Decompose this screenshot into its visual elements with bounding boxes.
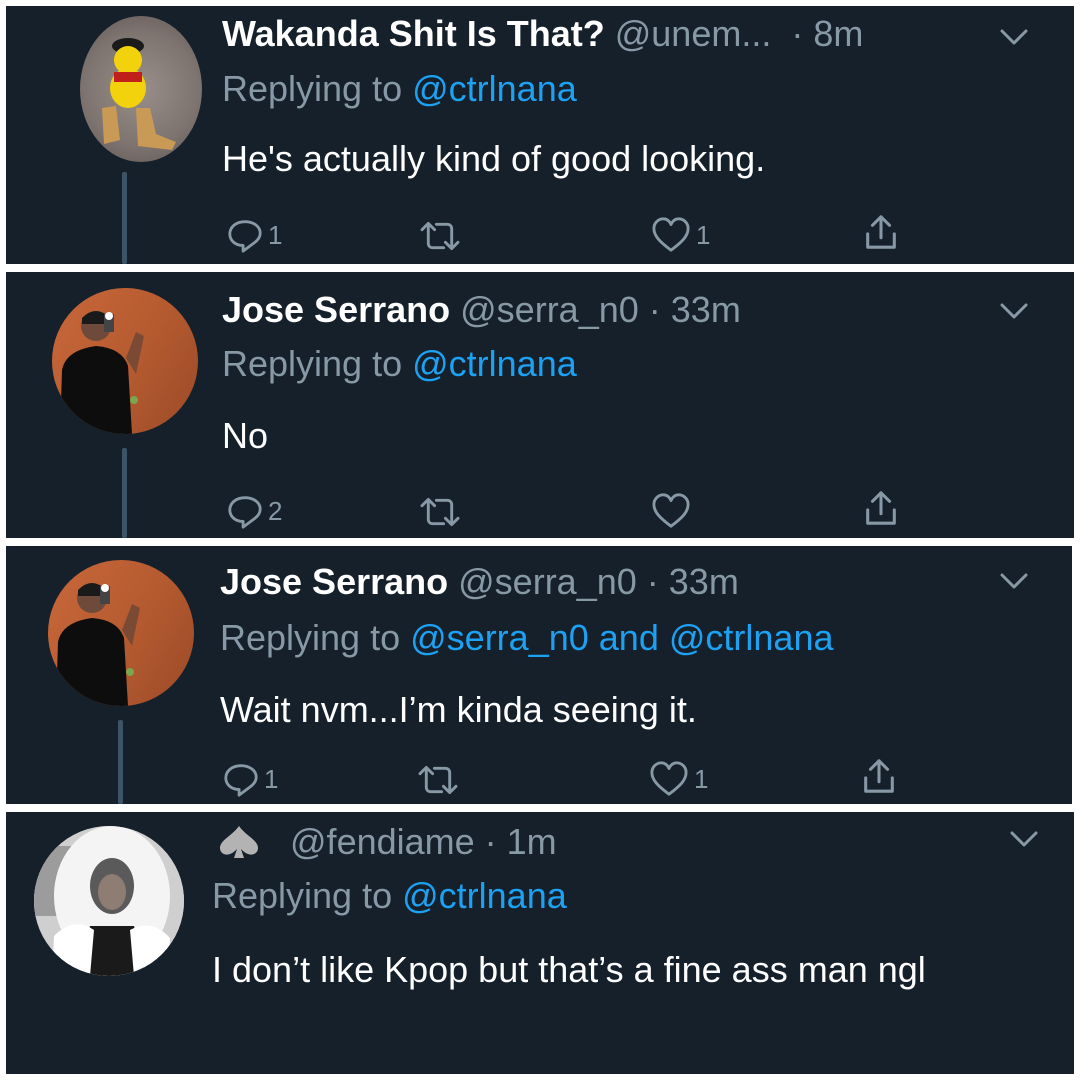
chevron-down-icon[interactable] bbox=[1000, 572, 1028, 590]
like-count: 1 bbox=[694, 763, 709, 794]
tweet-header: Wakanda Shit Is That? @unem... · 8m bbox=[222, 14, 863, 54]
reply-button[interactable]: 2 bbox=[226, 492, 282, 530]
tweet-header: Jose Serrano @serra_n0 · 33m bbox=[220, 562, 739, 602]
like-count: 1 bbox=[696, 219, 711, 250]
retweet-icon bbox=[416, 762, 460, 798]
timestamp[interactable]: · 8m bbox=[791, 13, 863, 54]
tweet-header: Jose Serrano @serra_n0 · 33m bbox=[222, 290, 741, 330]
mention-link[interactable]: @ctrlnana bbox=[412, 68, 577, 109]
like-button[interactable] bbox=[650, 492, 696, 530]
replying-to: Replying to @ctrlnana bbox=[212, 876, 567, 916]
tweet-card[interactable]: Jose Serrano @serra_n0 · 33m Replying to… bbox=[6, 546, 1072, 804]
display-name[interactable]: Wakanda Shit Is That? bbox=[222, 13, 605, 54]
replying-prefix: Replying to bbox=[222, 343, 403, 384]
like-button[interactable]: 1 bbox=[650, 216, 710, 254]
display-name[interactable]: Jose Serrano bbox=[220, 561, 448, 602]
display-name[interactable]: Jose Serrano bbox=[222, 289, 450, 330]
reply-icon bbox=[222, 760, 260, 798]
handle[interactable]: @unem... bbox=[615, 13, 772, 54]
avatar[interactable] bbox=[80, 16, 202, 162]
mention-link[interactable]: @ctrlnana bbox=[412, 343, 577, 384]
timestamp[interactable]: · 33m bbox=[649, 289, 741, 330]
chevron-down-icon[interactable] bbox=[1010, 830, 1038, 848]
share-icon bbox=[862, 488, 900, 528]
replying-to: Replying to @ctrlnana bbox=[222, 344, 577, 384]
tweet-text: No bbox=[222, 415, 269, 456]
chevron-down-icon[interactable] bbox=[1000, 28, 1028, 46]
avatar-image bbox=[102, 38, 176, 150]
handle[interactable]: @serra_n0 bbox=[458, 561, 637, 602]
retweet-icon bbox=[418, 494, 462, 530]
avatar[interactable] bbox=[34, 826, 184, 976]
retweet-icon bbox=[418, 218, 462, 254]
replying-prefix: Replying to bbox=[220, 617, 401, 658]
spade-icon bbox=[220, 826, 258, 858]
replying-prefix: Replying to bbox=[222, 68, 403, 109]
avatar-image bbox=[34, 826, 184, 976]
reply-count: 1 bbox=[264, 763, 279, 794]
tweet-card[interactable]: @fendiame · 1m Replying to @ctrlnana I d… bbox=[6, 812, 1074, 1074]
timestamp[interactable]: · 1m bbox=[485, 821, 557, 862]
replying-to: Replying to @ctrlnana bbox=[222, 69, 577, 109]
reply-icon bbox=[226, 492, 264, 530]
tweet-card[interactable]: Wakanda Shit Is That? @unem... · 8m Repl… bbox=[6, 6, 1074, 264]
tweet-header: @fendiame · 1m bbox=[212, 820, 557, 862]
mention-join: and bbox=[598, 617, 659, 658]
avatar[interactable] bbox=[52, 288, 198, 434]
like-icon bbox=[648, 760, 690, 798]
replying-to: Replying to @serra_n0 and @ctrlnana bbox=[220, 618, 834, 658]
mention-link[interactable]: @ctrlnana bbox=[669, 617, 834, 658]
reply-button[interactable]: 1 bbox=[222, 760, 278, 798]
reply-button[interactable]: 1 bbox=[226, 216, 282, 254]
tweet-card[interactable]: Jose Serrano @serra_n0 · 33m Replying to… bbox=[6, 272, 1074, 538]
tweet-text: I don’t like Kpop but that’s a fine ass … bbox=[212, 949, 926, 990]
share-button[interactable] bbox=[862, 488, 900, 528]
share-button[interactable] bbox=[860, 756, 898, 796]
retweet-button[interactable] bbox=[418, 218, 462, 254]
tweet-text: Wait nvm...I’m kinda seeing it. bbox=[220, 689, 697, 730]
tweet-text: He's actually kind of good looking. bbox=[222, 138, 766, 179]
timestamp[interactable]: · 33m bbox=[647, 561, 739, 602]
chevron-down-icon[interactable] bbox=[1000, 302, 1028, 320]
share-button[interactable] bbox=[862, 212, 900, 252]
share-icon bbox=[862, 212, 900, 252]
replying-prefix: Replying to bbox=[212, 875, 393, 916]
like-button[interactable]: 1 bbox=[648, 760, 708, 798]
reply-icon bbox=[226, 216, 264, 254]
like-icon bbox=[650, 492, 692, 530]
reply-count: 2 bbox=[268, 495, 283, 526]
thread-line bbox=[122, 172, 127, 264]
avatar-image bbox=[56, 583, 140, 706]
retweet-button[interactable] bbox=[416, 762, 460, 798]
avatar-image bbox=[60, 311, 144, 434]
mention-link[interactable]: @serra_n0 bbox=[410, 617, 589, 658]
thread-line bbox=[122, 448, 127, 538]
retweet-button[interactable] bbox=[418, 494, 462, 530]
like-icon bbox=[650, 216, 692, 254]
handle[interactable]: @fendiame bbox=[290, 821, 475, 862]
share-icon bbox=[860, 756, 898, 796]
mention-link[interactable]: @ctrlnana bbox=[402, 875, 567, 916]
thread-line bbox=[118, 720, 123, 804]
handle[interactable]: @serra_n0 bbox=[460, 289, 639, 330]
reply-count: 1 bbox=[268, 219, 283, 250]
avatar[interactable] bbox=[48, 560, 194, 706]
